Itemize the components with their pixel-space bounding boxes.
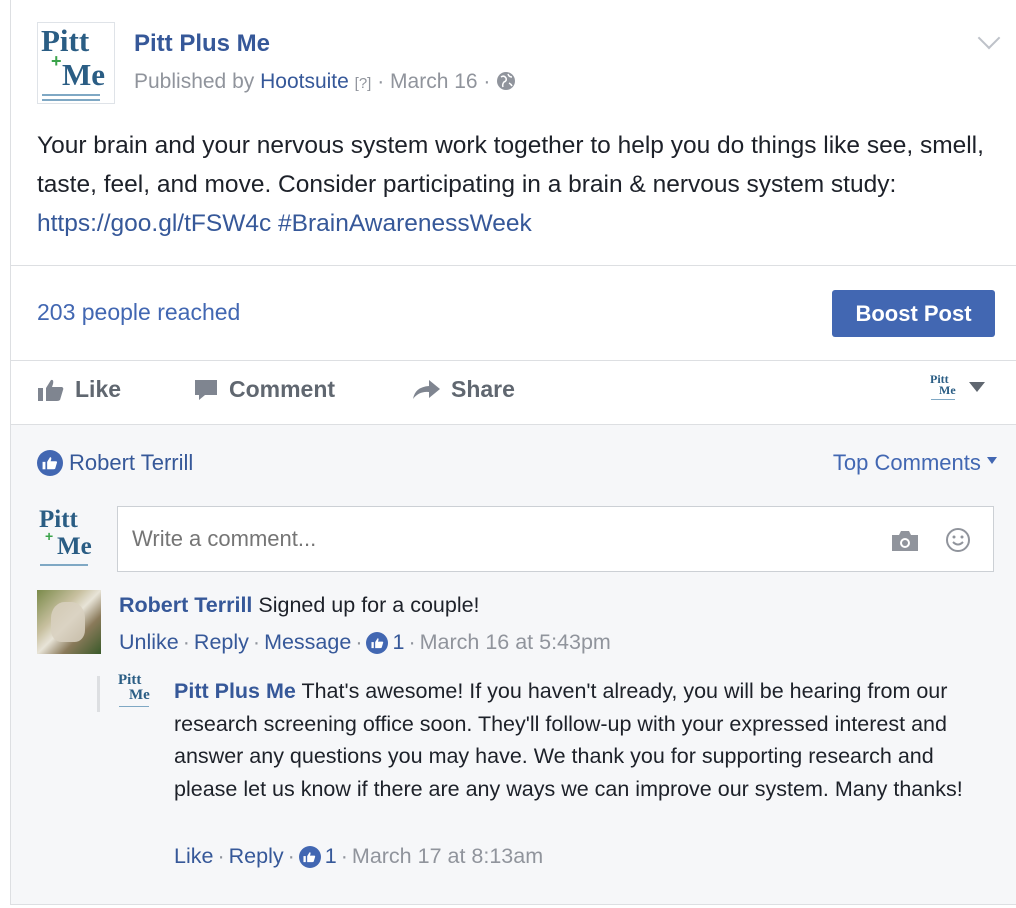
like-count[interactable]: 1	[325, 844, 337, 869]
comment-icon	[195, 379, 217, 400]
separator: ·	[287, 844, 295, 868]
separator: ·	[217, 844, 225, 868]
meta-separator: ·	[483, 70, 491, 93]
like-label: Like	[75, 376, 122, 402]
logo-tagline-line	[42, 99, 100, 101]
comment-author[interactable]: Robert Terrill	[119, 593, 252, 617]
reply-link[interactable]: Reply	[229, 844, 284, 869]
like-reaction-icon	[37, 450, 63, 476]
post-link[interactable]: https://goo.gl/tFSW4c	[37, 210, 271, 237]
chevron-down-icon[interactable]	[977, 26, 1001, 50]
logo-plus: +	[45, 528, 54, 544]
caret-down-icon	[969, 382, 985, 392]
reply-author[interactable]: Pitt Plus Me	[174, 679, 296, 703]
reactions-summary[interactable]: Robert Terrill	[37, 450, 193, 476]
like-count-icon	[366, 631, 389, 654]
logo-tagline-line	[42, 94, 100, 96]
published-by-label: Published by	[134, 70, 255, 93]
separator: ·	[182, 630, 190, 654]
reply-author-avatar[interactable]: Pitt Me	[117, 672, 155, 712]
separator: ·	[355, 630, 363, 654]
reply-comment: Pitt Plus Me That's awesome! If you have…	[174, 675, 964, 805]
separator: ·	[340, 844, 348, 868]
logo-tagline-line	[931, 399, 955, 400]
unlike-link[interactable]: Unlike	[119, 630, 179, 655]
comment-sort-label: Top Comments	[832, 450, 981, 475]
post-date[interactable]: March 16	[390, 70, 478, 93]
commenter-avatar[interactable]: Pitt + Me	[37, 506, 101, 572]
like-count[interactable]: 1	[392, 630, 404, 655]
page-avatar-small: Pitt Me	[929, 372, 959, 402]
logo-tagline-line	[40, 564, 88, 566]
post-text: Your brain and your nervous system work …	[37, 132, 984, 198]
comment-button[interactable]: Comment	[193, 376, 335, 403]
page-name-link[interactable]: Pitt Plus Me	[134, 30, 270, 58]
separator: ·	[408, 630, 416, 654]
boost-post-button[interactable]: Boost Post	[832, 290, 995, 337]
like-link[interactable]: Like	[174, 844, 213, 869]
divider	[11, 360, 1016, 361]
comment-sort-dropdown[interactable]: Top Comments	[833, 450, 997, 476]
globe-icon[interactable]	[496, 71, 516, 91]
liker-name[interactable]: Robert Terrill	[69, 450, 193, 476]
logo-me-text: Me	[62, 57, 106, 92]
post-meta: Published by Hootsuite [?] · March 16 ·	[134, 70, 516, 94]
post-card: Pitt + Me Pitt Plus Me Published by Hoot…	[10, 0, 1016, 905]
share-icon	[413, 379, 440, 399]
divider	[11, 424, 1016, 425]
post-hashtag[interactable]: #BrainAwarenessWeek	[278, 210, 532, 237]
comment-input-box	[117, 506, 994, 572]
logo-pitt-text: Pitt	[41, 23, 90, 58]
share-label: Share	[451, 376, 515, 402]
logo-me-text: Me	[57, 533, 92, 560]
camera-icon[interactable]	[890, 529, 920, 553]
logo-plus: +	[51, 51, 62, 71]
comment-timestamp[interactable]: March 16 at 5:43pm	[420, 630, 611, 655]
comments-section: Robert Terrill Top Comments Pitt + Me Wr…	[11, 424, 1016, 904]
smiley-icon[interactable]	[945, 527, 971, 553]
page-avatar[interactable]: Pitt + Me	[37, 22, 115, 104]
post-as-selector[interactable]: Pitt Me	[929, 370, 989, 404]
like-count-icon	[298, 845, 321, 868]
caret-down-icon	[987, 457, 997, 464]
message-link[interactable]: Message	[264, 630, 351, 655]
separator: ·	[252, 630, 261, 654]
like-button[interactable]: Like	[37, 376, 121, 403]
reply-thread-line	[97, 676, 100, 712]
reply-link[interactable]: Reply	[194, 630, 249, 655]
comment-author-avatar[interactable]	[37, 590, 101, 654]
reply-actions: Like · Reply · 1 · March 17 at 8:13am	[174, 844, 543, 869]
logo-tagline-line	[119, 706, 149, 707]
comment: Robert Terrill Signed up for a couple!	[119, 590, 480, 621]
comment-actions: Unlike · Reply · Message · 1 · March 16 …	[119, 630, 611, 655]
help-link[interactable]: [?]	[355, 75, 372, 92]
post-body: Your brain and your nervous system work …	[37, 126, 987, 243]
comment-label: Comment	[229, 376, 336, 402]
share-button[interactable]: Share	[411, 376, 515, 403]
reach-link[interactable]: 203 people reached	[37, 299, 240, 326]
comment-text: Signed up for a couple!	[258, 593, 480, 617]
comment-input[interactable]	[130, 525, 834, 553]
divider	[11, 265, 1016, 266]
logo-me-text: Me	[129, 687, 150, 703]
meta-separator: ·	[377, 70, 385, 93]
logo-me-text: Me	[939, 383, 956, 397]
publisher-link[interactable]: Hootsuite	[260, 70, 349, 93]
reply-timestamp[interactable]: March 17 at 8:13am	[352, 844, 543, 869]
thumbs-up-icon	[38, 379, 64, 401]
